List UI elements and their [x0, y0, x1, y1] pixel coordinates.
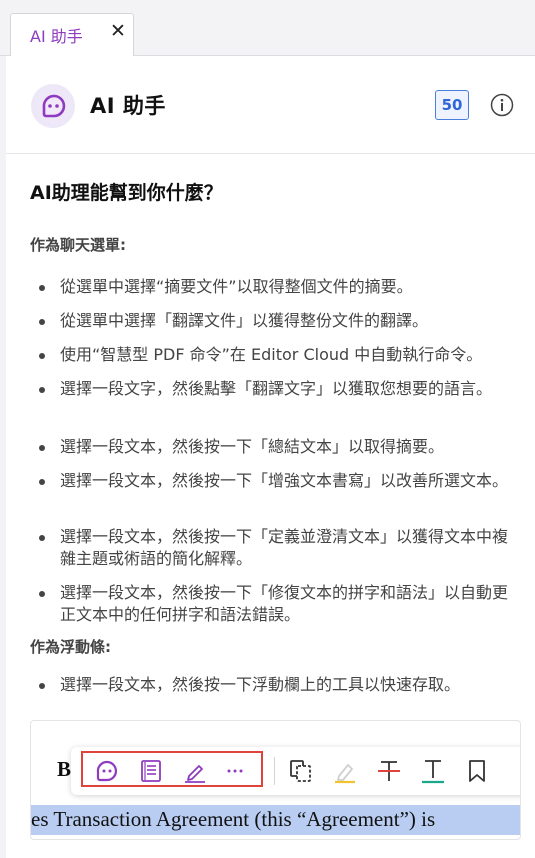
bookmark-icon[interactable]	[463, 757, 491, 785]
highlight-icon[interactable]	[331, 757, 359, 785]
floating-toolbar	[71, 747, 520, 795]
list-item: 從選單中選擇「翻譯文件」以獲得整份文件的翻譯。	[30, 310, 515, 332]
floating-bar-preview-image: B es Transaction Agreement (this “Agreem…	[30, 720, 521, 840]
close-icon[interactable]: ✕	[110, 20, 126, 42]
list-item: 選擇一段文本，然後按一下「總結文本」以取得摘要。	[30, 436, 515, 458]
tab-ai-assistant[interactable]: AI 助手 ✕	[10, 13, 134, 57]
more-icon[interactable]	[221, 757, 249, 785]
panel-title: AI 助手	[90, 94, 166, 118]
summary-icon[interactable]	[137, 757, 165, 785]
panel-header: AI 助手 50	[6, 56, 535, 154]
help-question: AI助理能幫到你什麼？	[30, 182, 223, 204]
credits-count: 50	[441, 96, 463, 114]
list-item: 使用“智慧型 PDF 命令”在 Editor Cloud 中自動執行命令。	[30, 344, 515, 366]
document-bold-letter: B	[57, 757, 72, 781]
tab-bar: AI 助手 ✕	[0, 0, 535, 57]
strikethrough-icon[interactable]	[375, 757, 403, 785]
list-item: 選擇一段文字，然後點擊「翻譯文字」以獲取您想要的語言。	[30, 378, 515, 400]
list-item: 從選單中選擇“摘要文件”以取得整個文件的摘要。	[30, 276, 515, 298]
ai-assistant-icon[interactable]	[93, 757, 121, 785]
ai-assistant-logo-icon	[31, 84, 75, 128]
tab-label: AI 助手	[30, 27, 83, 46]
section-heading-floating-bar: 作為浮動條:	[30, 638, 111, 656]
ai-assistant-panel: AI 助手 50 AI助理能幫到你什麼？ 作為聊天選單: 從選單中選擇“摘要文件…	[6, 56, 535, 858]
info-icon[interactable]	[490, 93, 514, 117]
document-text-line: es Transaction Agreement (this “Agreemen…	[31, 807, 436, 831]
list-item: 選擇一段文本，然後按一下「定義並澄清文本」以獲得文本中複雜主題或術語的簡化解釋。	[30, 526, 515, 570]
list-item: 選擇一段文本，然後按一下浮動欄上的工具以快速存取。	[30, 674, 515, 696]
copy-icon[interactable]	[287, 757, 315, 785]
credits-badge[interactable]: 50	[435, 90, 469, 120]
underline-icon[interactable]	[419, 757, 447, 785]
list-item: 選擇一段文本，然後按一下「增強文本書寫」以改善所選文本。	[30, 470, 515, 492]
toolbar-divider	[274, 757, 275, 785]
section-heading-chat-menu: 作為聊天選單:	[30, 236, 126, 254]
list-item: 選擇一段文本，然後按一下「修復文本的拼字和語法」以自動更正文本中的任何拼字和語法…	[30, 582, 515, 626]
rewrite-pen-icon[interactable]	[181, 757, 209, 785]
